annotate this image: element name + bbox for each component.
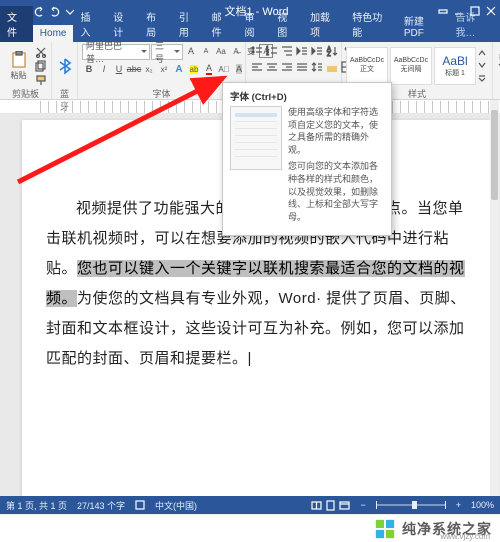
font-dialog-tooltip: 字体 (Ctrl+D) 使用高级字体和字符选项自定义您的文本，使之具备所需的精确… bbox=[222, 82, 392, 236]
align-justify-icon[interactable] bbox=[295, 60, 309, 74]
group-label-font: 字体 bbox=[82, 87, 241, 99]
style-normal[interactable]: AaBbCcDc 正文 bbox=[346, 47, 388, 85]
text-effects-icon[interactable]: A bbox=[172, 62, 186, 76]
tooltip-thumbnail bbox=[230, 106, 282, 170]
group-clipboard: 粘贴 剪贴板 bbox=[0, 42, 52, 99]
undo-icon[interactable] bbox=[34, 6, 45, 17]
align-left-icon[interactable] bbox=[250, 60, 264, 74]
highlight-icon[interactable]: ab bbox=[187, 62, 201, 76]
body-text: 为使您的文档具有专业外观，Word· 提供了页眉、页脚、封面和文本框设计，这些设… bbox=[46, 290, 466, 367]
group-font: 阿里巴巴普… 三号 A A Aa A̶ 变 A B I U abc x₂ x² … bbox=[78, 42, 246, 99]
tab-layout[interactable]: 布局 bbox=[139, 6, 172, 42]
line-spacing-icon[interactable] bbox=[310, 60, 324, 74]
tab-mailings[interactable]: 邮件 bbox=[205, 6, 238, 42]
shading-icon[interactable] bbox=[325, 60, 339, 74]
tab-newpdf[interactable]: 新建PDF bbox=[397, 10, 449, 42]
copy-icon[interactable] bbox=[35, 60, 47, 72]
watermark-url: www.vjzy.com bbox=[440, 532, 490, 541]
char-shading-icon[interactable]: A bbox=[232, 62, 246, 76]
style-heading1[interactable]: AaBl 标题 1 bbox=[434, 47, 476, 85]
status-bar: 第 1 页, 共 1 页 27/143 个字 中文(中国) − + 100% bbox=[0, 496, 500, 514]
indent-dec-icon[interactable] bbox=[295, 44, 309, 58]
redo-icon[interactable] bbox=[49, 6, 60, 17]
watermark-footer: 纯净系统之家 www.vjzy.com bbox=[0, 514, 500, 542]
zoom-level[interactable]: 100% bbox=[471, 500, 494, 510]
watermark-logo-icon bbox=[374, 518, 396, 540]
format-painter-icon[interactable] bbox=[35, 74, 47, 86]
tooltip-title: 字体 (Ctrl+D) bbox=[230, 89, 384, 103]
tab-references[interactable]: 引用 bbox=[172, 6, 205, 42]
styles-down-icon[interactable] bbox=[478, 61, 486, 69]
print-layout-icon[interactable] bbox=[325, 500, 336, 511]
paste-label: 粘贴 bbox=[11, 70, 27, 81]
group-label-clipboard: 剪贴板 bbox=[4, 87, 47, 99]
scroll-thumb[interactable] bbox=[491, 110, 498, 200]
tab-review[interactable]: 审阅 bbox=[237, 6, 270, 42]
tell-me[interactable]: 告诉我… bbox=[448, 6, 500, 42]
svg-text:Z: Z bbox=[327, 52, 331, 57]
subscript-icon[interactable]: x₂ bbox=[142, 62, 156, 76]
font-family-combo[interactable]: 阿里巴巴普… bbox=[82, 44, 150, 60]
cut-icon[interactable] bbox=[35, 46, 47, 58]
zoom-out-icon[interactable]: − bbox=[360, 500, 365, 510]
bullets-icon[interactable] bbox=[250, 44, 264, 58]
group-label-bluetooth: 蓝牙 bbox=[56, 87, 73, 99]
tab-home[interactable]: Home bbox=[33, 25, 74, 42]
spellcheck-icon[interactable] bbox=[135, 500, 145, 510]
tooltip-desc-1: 使用高级字体和字符选项自定义您的文本，使之具备所需的精确外观。 bbox=[288, 106, 384, 156]
tab-special[interactable]: 特色功能 bbox=[345, 6, 397, 42]
align-right-icon[interactable] bbox=[280, 60, 294, 74]
vertical-ruler[interactable] bbox=[0, 114, 18, 496]
styles-more-icon[interactable] bbox=[478, 74, 486, 82]
paste-button[interactable]: 粘贴 bbox=[4, 46, 33, 86]
zoom-in-icon[interactable]: + bbox=[456, 500, 461, 510]
align-center-icon[interactable] bbox=[265, 60, 279, 74]
read-mode-icon[interactable] bbox=[311, 500, 322, 511]
tab-addins[interactable]: 加载项 bbox=[303, 6, 345, 42]
indent-inc-icon[interactable] bbox=[310, 44, 324, 58]
group-bluetooth: 蓝牙 bbox=[52, 42, 78, 99]
bluetooth-button[interactable] bbox=[56, 46, 74, 86]
tab-insert[interactable]: 插入 bbox=[73, 6, 106, 42]
group-editing: 编辑 bbox=[493, 42, 500, 99]
tab-design[interactable]: 设计 bbox=[106, 6, 139, 42]
tab-view[interactable]: 视图 bbox=[270, 6, 303, 42]
ribbon-tabs: 文件 Home 插入 设计 布局 引用 邮件 审阅 视图 加载项 特色功能 新建… bbox=[0, 22, 500, 42]
web-layout-icon[interactable] bbox=[339, 500, 350, 511]
numbering-icon[interactable]: 12 bbox=[265, 44, 279, 58]
multilevel-icon[interactable] bbox=[280, 44, 294, 58]
status-language[interactable]: 中文(中国) bbox=[155, 499, 197, 512]
status-page[interactable]: 第 1 页, 共 1 页 bbox=[6, 499, 67, 512]
clear-format-icon[interactable]: A̶ bbox=[229, 44, 243, 58]
tooltip-desc-2: 您可向您的文本添加各种各样的样式和颜色，以及视觉效果，如删除线、上标和全部大写字… bbox=[288, 160, 384, 223]
style-nospacing[interactable]: AaBbCcDc 无间隔 bbox=[390, 47, 432, 85]
shrink-font-icon[interactable]: A bbox=[199, 44, 213, 58]
vertical-scrollbar[interactable] bbox=[490, 100, 499, 496]
svg-text:2: 2 bbox=[266, 51, 269, 57]
zoom-slider[interactable] bbox=[376, 504, 446, 506]
sort-icon[interactable]: AZ bbox=[325, 44, 339, 58]
font-size-combo[interactable]: 三号 bbox=[151, 44, 183, 60]
font-color-icon[interactable]: A bbox=[202, 62, 216, 76]
enclose-icon[interactable]: A⃝ bbox=[217, 62, 231, 76]
grow-font-icon[interactable]: A bbox=[184, 44, 198, 58]
status-wordcount[interactable]: 27/143 个字 bbox=[77, 499, 125, 512]
change-case-icon[interactable]: Aa bbox=[214, 44, 228, 58]
tab-file[interactable]: 文件 bbox=[0, 6, 33, 42]
styles-up-icon[interactable] bbox=[478, 49, 486, 57]
